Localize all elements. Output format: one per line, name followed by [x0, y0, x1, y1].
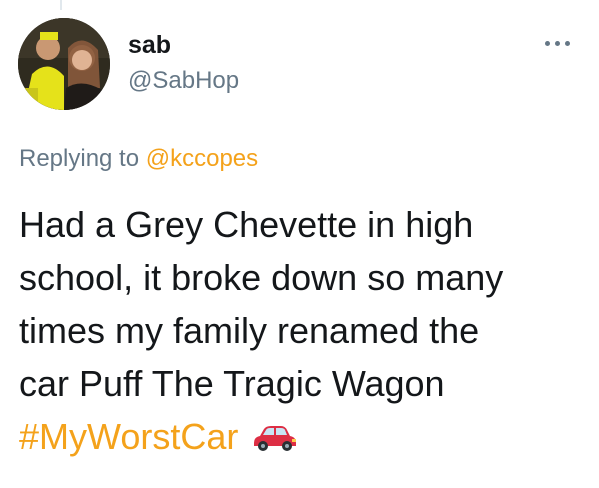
red-car-icon	[250, 414, 298, 451]
thread-connector-line	[60, 0, 62, 10]
reply-mention-link[interactable]: @kccopes	[146, 145, 258, 172]
hashtag-link[interactable]: #MyWorstCar	[19, 416, 238, 457]
tweet-text-line: times my family renamed the	[19, 310, 480, 351]
replying-to-line: Replying to @kccopes	[19, 144, 258, 174]
tweet-text: Had a Grey Chevette in high school, it b…	[19, 198, 584, 463]
tweet-card: sab @SabHop Replying to @kccopes Had a G…	[0, 0, 599, 488]
author-handle[interactable]: @SabHop	[128, 66, 239, 96]
more-options-icon[interactable]	[541, 38, 575, 50]
avatar[interactable]	[18, 18, 110, 110]
tweet-text-line: car Puff The Tragic Wagon	[19, 363, 445, 404]
tweet-hashtag-line: #MyWorstCar	[19, 410, 584, 463]
tweet-text-line: Had a Grey Chevette in high	[19, 204, 474, 245]
author-display-name[interactable]: sab	[128, 30, 171, 60]
avatar-photo	[18, 18, 110, 110]
replying-to-label: Replying to	[19, 145, 146, 172]
tweet-text-line: school, it broke down so many	[19, 257, 504, 298]
